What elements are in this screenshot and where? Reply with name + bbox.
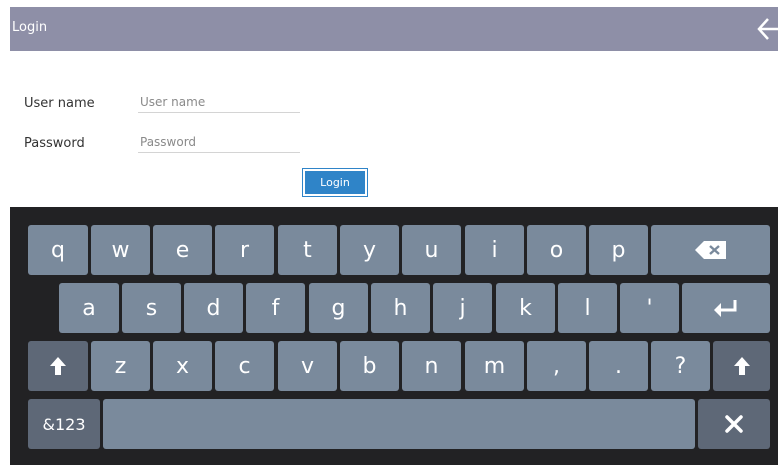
key-f[interactable]: f [246, 283, 305, 333]
back-arrow-icon[interactable] [756, 15, 778, 43]
login-form: User name Password Login [10, 51, 778, 207]
key-g[interactable]: g [309, 283, 368, 333]
password-label: Password [24, 136, 85, 151]
login-window: Login User name Password Login q w e r t… [10, 7, 778, 465]
close-keyboard-key[interactable] [698, 399, 770, 449]
key-r[interactable]: r [215, 225, 274, 275]
key-apostrophe[interactable]: ' [620, 283, 679, 333]
shift-key-right[interactable] [713, 341, 770, 391]
key-comma[interactable]: , [527, 341, 586, 391]
shift-icon [49, 356, 67, 376]
username-input[interactable] [138, 91, 300, 113]
backspace-icon [694, 240, 728, 260]
enter-key[interactable] [682, 283, 770, 333]
key-s[interactable]: s [122, 283, 181, 333]
key-o[interactable]: o [527, 225, 586, 275]
close-icon [725, 415, 743, 433]
login-button[interactable]: Login [303, 169, 367, 196]
symbols-key[interactable]: &123 [28, 399, 100, 449]
title-bar: Login [10, 7, 778, 51]
enter-icon [713, 298, 739, 318]
space-key[interactable] [103, 399, 695, 449]
backspace-key[interactable] [651, 225, 770, 275]
key-b[interactable]: b [340, 341, 399, 391]
key-c[interactable]: c [215, 341, 274, 391]
shift-icon [733, 356, 751, 376]
key-y[interactable]: y [340, 225, 399, 275]
key-z[interactable]: z [91, 341, 150, 391]
key-m[interactable]: m [465, 341, 524, 391]
on-screen-keyboard: q w e r t y u i o p a s d f g h j k l ' [10, 207, 778, 465]
key-a[interactable]: a [59, 283, 119, 333]
key-question[interactable]: ? [651, 341, 710, 391]
key-e[interactable]: e [153, 225, 212, 275]
key-n[interactable]: n [402, 341, 461, 391]
key-q[interactable]: q [28, 225, 88, 275]
key-v[interactable]: v [278, 341, 337, 391]
key-d[interactable]: d [184, 283, 243, 333]
username-label: User name [24, 96, 95, 111]
key-u[interactable]: u [402, 225, 461, 275]
key-h[interactable]: h [371, 283, 430, 333]
key-i[interactable]: i [465, 225, 524, 275]
key-p[interactable]: p [589, 225, 648, 275]
key-w[interactable]: w [91, 225, 150, 275]
key-j[interactable]: j [433, 283, 492, 333]
window-title: Login [12, 20, 48, 35]
key-t[interactable]: t [278, 225, 337, 275]
password-input[interactable] [138, 131, 300, 153]
key-l[interactable]: l [558, 283, 617, 333]
shift-key-left[interactable] [28, 341, 88, 391]
key-period[interactable]: . [589, 341, 648, 391]
key-k[interactable]: k [496, 283, 555, 333]
key-x[interactable]: x [153, 341, 212, 391]
